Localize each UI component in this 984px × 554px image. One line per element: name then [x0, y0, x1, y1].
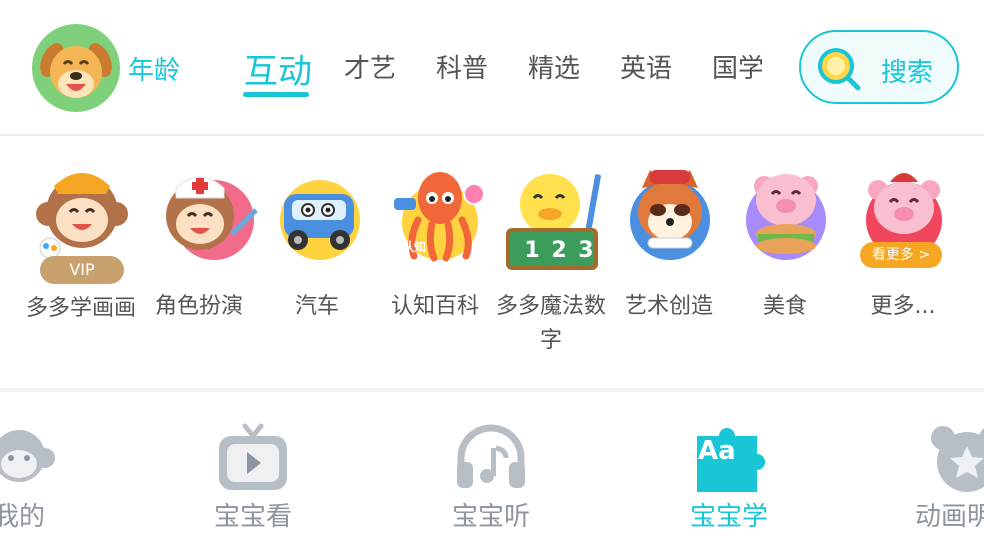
nav-listen[interactable]: 宝宝听 [416, 392, 566, 554]
age-selector[interactable]: 年龄 [128, 50, 180, 87]
nav-label: 宝宝听 [451, 502, 530, 532]
tab-talent[interactable]: 才艺 [344, 48, 396, 85]
search-label: 搜索 [881, 58, 934, 88]
category-encyclopedia[interactable]: 认知 认知百科 [376, 164, 494, 384]
nav-watch[interactable]: 宝宝看 [178, 392, 328, 554]
category-label: 多多学画画 [25, 296, 136, 321]
nav-learn[interactable]: Aa 宝宝学 [654, 392, 804, 554]
category-label: 多多魔法数字 [495, 294, 606, 353]
tab-featured[interactable]: 精选 [528, 48, 580, 85]
category-magic-numbers[interactable]: 1 2 3 多多魔法数字 [492, 164, 610, 384]
active-tab-indicator [243, 92, 309, 97]
category-tabs: 互动 才艺 科普 精选 英语 国学 [232, 0, 762, 134]
tab-interactive[interactable]: 互动 [244, 44, 312, 93]
category-label: 认知百科 [390, 294, 479, 319]
top-bar: 年龄 互动 才艺 科普 精选 英语 国学 搜索 [0, 0, 984, 136]
bear-star-icon [931, 426, 984, 492]
category-role-play[interactable]: 角色扮演 [140, 164, 258, 384]
avatar-dog[interactable] [32, 24, 120, 112]
aa-icon-text: Aa [698, 436, 736, 466]
nav-label: 动画明星 [914, 502, 984, 532]
search-button[interactable]: 搜索 [799, 30, 959, 104]
category-label: 汽车 [294, 294, 339, 319]
nav-label: 宝宝学 [689, 502, 768, 532]
category-label: 更多... [870, 294, 936, 319]
tv-play-icon [219, 423, 287, 490]
cognition-tag: 认知 [402, 240, 427, 254]
category-label: 角色扮演 [154, 294, 243, 319]
nav-label: 我的 [0, 502, 45, 532]
tab-english[interactable]: 英语 [620, 48, 672, 85]
nav-mine[interactable]: 我的 [0, 392, 94, 554]
headphones-icon [457, 424, 525, 488]
nav-cartoon-stars[interactable]: 动画明星 [892, 392, 984, 554]
monkey-nurse-icon [166, 176, 258, 260]
tab-science[interactable]: 科普 [436, 48, 488, 85]
car-icon [280, 180, 360, 260]
category-grid: VIP 多多学画画 角色扮演 汽车 认知 认知百科 1 2 3 多多魔法数字 艺… [0, 136, 984, 388]
category-drawing[interactable]: VIP 多多学画画 [22, 164, 140, 384]
raccoon-icon [630, 170, 710, 260]
search-icon [818, 48, 861, 91]
number-board-text: 1 2 3 [524, 238, 596, 263]
dog-avatar-icon [32, 24, 120, 112]
category-label: 美食 [762, 294, 807, 319]
pig-chef-icon [746, 174, 826, 260]
vip-badge: VIP [40, 256, 124, 284]
category-label: 艺术创造 [624, 294, 713, 319]
category-art-creation[interactable]: 艺术创造 [610, 164, 728, 384]
nav-label: 宝宝看 [213, 502, 292, 532]
category-food[interactable]: 美食 [726, 164, 844, 384]
bottom-nav: 我的 宝宝看 宝宝听 Aa 宝宝学 动画明 [0, 392, 984, 554]
category-car[interactable]: 汽车 [258, 164, 376, 384]
monkey-face-icon [0, 430, 55, 482]
see-more-badge: 看更多 > [860, 242, 942, 268]
category-more[interactable]: 看更多 > 更多... [844, 164, 962, 384]
tab-chinese-classics[interactable]: 国学 [712, 48, 762, 85]
